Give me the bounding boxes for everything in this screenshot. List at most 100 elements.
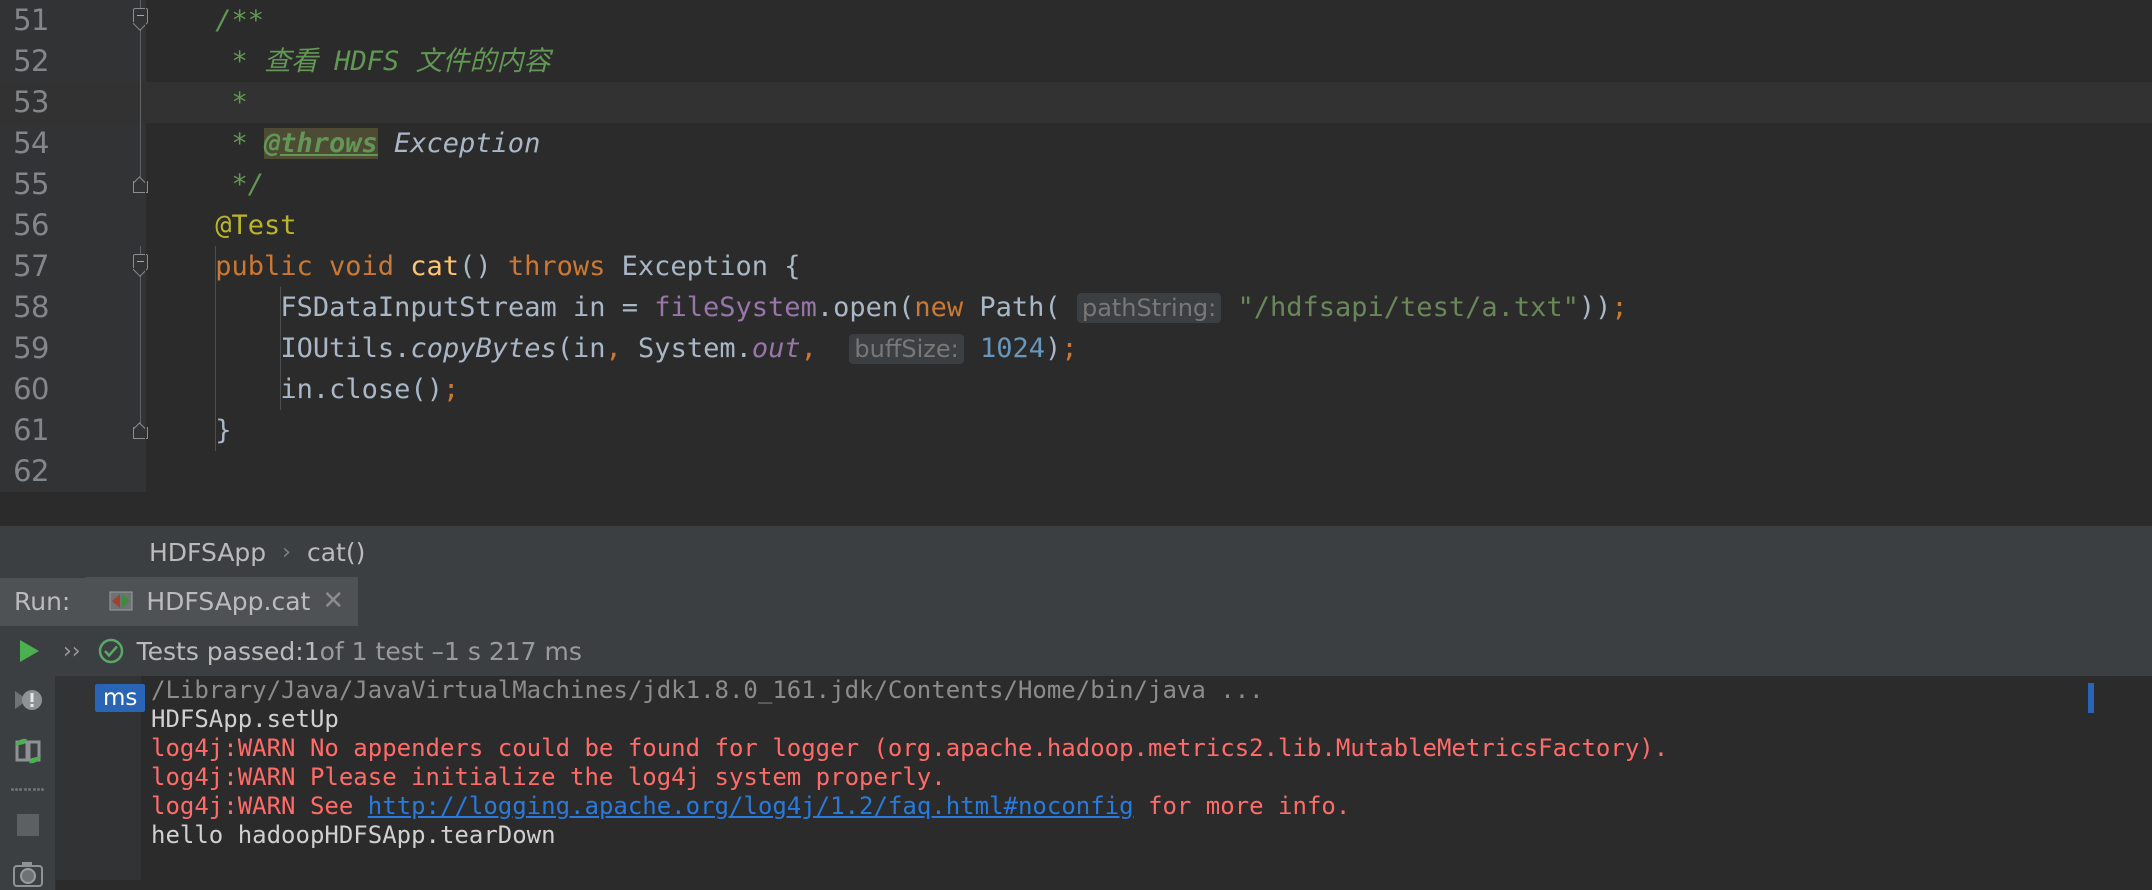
- expand-chevron-icon[interactable]: ››: [55, 639, 97, 664]
- token: IOUtils.: [280, 333, 411, 364]
- parameter-hint: buffSize:: [849, 334, 964, 364]
- dots-separator: [10, 786, 45, 792]
- token: cat: [410, 251, 460, 282]
- console-lines: /Library/Java/JavaVirtualMachines/jdk1.8…: [151, 676, 2151, 850]
- line-number: 51: [13, 3, 49, 37]
- gutter[interactable]: 51: [0, 0, 148, 41]
- gutter[interactable]: 59: [0, 328, 145, 369]
- gutter-divider: [145, 328, 146, 369]
- gutter[interactable]: 57: [0, 246, 148, 317]
- stop-icon[interactable]: [11, 810, 45, 840]
- editor-line[interactable]: 56 @Test: [0, 205, 2152, 246]
- code-line-text: /**: [150, 0, 264, 41]
- token: *: [215, 87, 248, 118]
- tests-passed-check-icon: [97, 637, 125, 665]
- gutter-divider: [145, 369, 146, 410]
- code-line-text: public void cat() throws Exception {: [150, 246, 800, 287]
- editor-lines: 51 /** 52 * 查看 HDFS 文件的内容 53 * 54 * @thr…: [0, 0, 2152, 492]
- breadcrumb-item-method[interactable]: cat(): [303, 538, 369, 567]
- ide-window: 51 /** 52 * 查看 HDFS 文件的内容 53 * 54 * @thr…: [0, 0, 2152, 890]
- code-line-text: IOUtils.copyBytes(in, System.out, buffSi…: [150, 328, 1078, 369]
- breadcrumb-gutter-spacer: [0, 526, 145, 579]
- chevron-right-icon: ›: [282, 540, 291, 565]
- editor-line[interactable]: 57 public void cat() throws Exception {: [0, 246, 2152, 317]
- gutter-divider: [145, 410, 146, 451]
- line-number: 53: [13, 85, 49, 119]
- token: Exception: [377, 128, 541, 159]
- gutter[interactable]: 55: [0, 164, 148, 205]
- code-editor[interactable]: 51 /** 52 * 查看 HDFS 文件的内容 53 * 54 * @thr…: [0, 0, 2152, 525]
- console-scrollbar[interactable]: [2136, 676, 2152, 880]
- token: FSDataInputStream in =: [280, 292, 655, 323]
- token: Exception {: [605, 251, 801, 282]
- line-number: 60: [13, 372, 49, 406]
- gutter[interactable]: 56: [0, 205, 145, 246]
- token: */: [215, 169, 264, 200]
- console-line: log4j:WARN See http://logging.apache.org…: [151, 792, 1351, 820]
- line-number: 58: [13, 290, 49, 324]
- gutter[interactable]: 58: [0, 287, 145, 328]
- gutter-divider: [145, 287, 146, 328]
- tests-duration: 1 s 217 ms: [444, 636, 582, 666]
- console-link[interactable]: http://logging.apache.org/log4j/1.2/faq.…: [368, 792, 1134, 820]
- close-icon[interactable]: ✕: [322, 586, 344, 616]
- line-number: 52: [13, 44, 49, 78]
- gutter-divider: [145, 0, 146, 41]
- token: new: [914, 292, 964, 323]
- console-line: hello hadoopHDFSApp.tearDown: [151, 821, 556, 849]
- console-line: log4j:WARN Please initialize the log4j s…: [151, 763, 946, 791]
- editor-line[interactable]: 62: [0, 451, 2152, 492]
- code-line-text: @Test: [150, 205, 296, 246]
- run-tab-hdfsapp-cat[interactable]: HDFSApp.cat ✕: [86, 577, 359, 627]
- gutter-divider: [145, 246, 146, 287]
- editor-line[interactable]: 59 IOUtils.copyBytes(in, System.out, buf…: [0, 328, 2152, 369]
- gutter[interactable]: 54: [0, 123, 145, 164]
- line-number: 61: [13, 413, 49, 447]
- gutter[interactable]: 60: [0, 369, 145, 410]
- console-gutter: ms: [55, 676, 146, 880]
- fold-rail: [140, 41, 141, 82]
- token: 查看 HDFS 文件的内容: [263, 46, 551, 77]
- code-line-text: *: [150, 82, 248, 123]
- token: @Test: [215, 210, 297, 241]
- breadcrumb-item-class[interactable]: HDFSApp: [145, 538, 270, 567]
- editor-line[interactable]: 54 * @throws Exception: [0, 123, 2152, 164]
- run-tool-window: Run: HDFSApp.cat ✕ ›› Tests passed: 1 of…: [0, 577, 2152, 890]
- gutter[interactable]: 62: [0, 451, 145, 492]
- token: ;: [1611, 292, 1628, 323]
- editor-line[interactable]: 55 */: [0, 164, 2152, 205]
- token: ): [1045, 333, 1062, 364]
- token: ,: [605, 333, 622, 364]
- editor-line[interactable]: 61 }: [0, 410, 2152, 451]
- console-output[interactable]: ms /Library/Java/JavaVirtualMachines/jdk…: [55, 676, 2152, 880]
- timing-badge: ms: [95, 684, 146, 712]
- run-test-gutter-icon[interactable]: [52, 252, 97, 317]
- gutter-divider: [145, 123, 146, 164]
- gutter[interactable]: 53: [0, 82, 145, 123]
- editor-line[interactable]: 60 in.close();: [0, 369, 2152, 410]
- code-line-text: in.close();: [150, 369, 459, 410]
- rerun-icon[interactable]: [11, 636, 45, 666]
- parameter-hint: pathString:: [1076, 293, 1222, 323]
- token: }: [215, 415, 232, 446]
- line-number: 54: [13, 126, 49, 160]
- screenshot-icon[interactable]: [11, 858, 45, 890]
- editor-line[interactable]: 53 *: [0, 82, 2152, 123]
- editor-line[interactable]: 58 FSDataInputStream in = fileSystem.ope…: [0, 287, 2152, 328]
- editor-line[interactable]: 51 /**: [0, 0, 2152, 41]
- gutter[interactable]: 52: [0, 41, 145, 82]
- fold-rail: [140, 287, 141, 328]
- line-number: 59: [13, 331, 49, 365]
- token: )): [1578, 292, 1612, 323]
- rerun-failed-tests-icon[interactable]: [11, 684, 45, 716]
- tests-total-label: of 1 test –: [319, 636, 444, 666]
- editor-line[interactable]: 52 * 查看 HDFS 文件的内容: [0, 41, 2152, 82]
- token: void: [329, 251, 395, 282]
- gutter[interactable]: 61: [0, 410, 148, 451]
- breadcrumb[interactable]: HDFSApp › cat(): [0, 525, 2152, 579]
- test-status-row: ›› Tests passed: 1 of 1 test – 1 s 217 m…: [55, 626, 2152, 677]
- code-line-text: * 查看 HDFS 文件的内容: [150, 41, 551, 82]
- token: ;: [1061, 333, 1078, 364]
- run-window-label: Run:: [0, 578, 87, 626]
- toggle-auto-test-icon[interactable]: [11, 734, 45, 768]
